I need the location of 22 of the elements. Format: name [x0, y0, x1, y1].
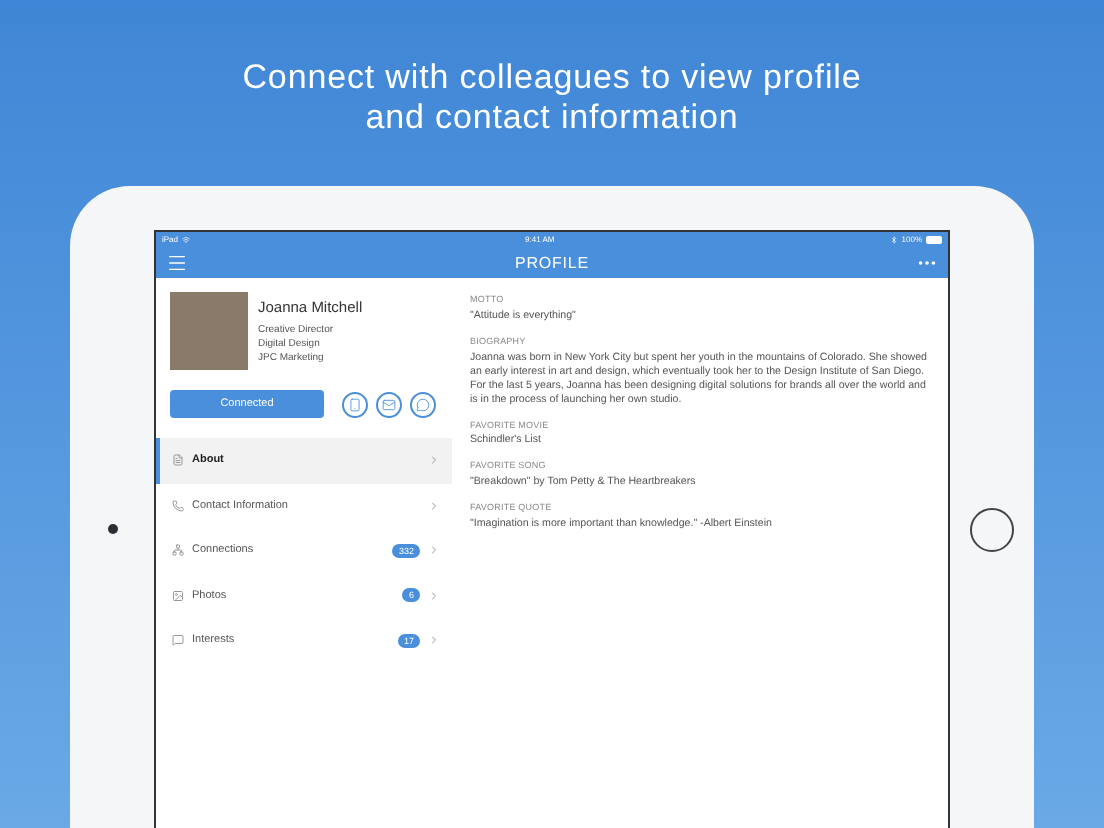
battery-icon [926, 236, 942, 244]
menu-item-icon [172, 544, 184, 557]
nav-title: PROFILE [514, 251, 590, 275]
menu-item-icon [172, 589, 184, 602]
menu-icon[interactable] [166, 252, 188, 274]
menu-item-icon [172, 634, 184, 647]
camera-icon [107, 524, 117, 534]
menu-item-icon [172, 499, 184, 512]
chat-icon[interactable] [410, 391, 436, 417]
chevron-icon [428, 454, 440, 467]
chevron-icon [428, 634, 440, 647]
chevron-icon [428, 499, 440, 512]
phone-icon[interactable] [342, 391, 368, 417]
avatar-placeholder [170, 292, 248, 370]
mail-icon[interactable] [376, 391, 402, 417]
headline: and contact information [365, 98, 739, 138]
chevron-icon [428, 544, 440, 557]
home-button[interactable] [970, 507, 1014, 551]
wifi-icon [182, 236, 191, 244]
headline: Connect with colleagues to view profile [242, 58, 862, 98]
menu-item-icon [172, 454, 184, 467]
chevron-icon [428, 589, 440, 602]
